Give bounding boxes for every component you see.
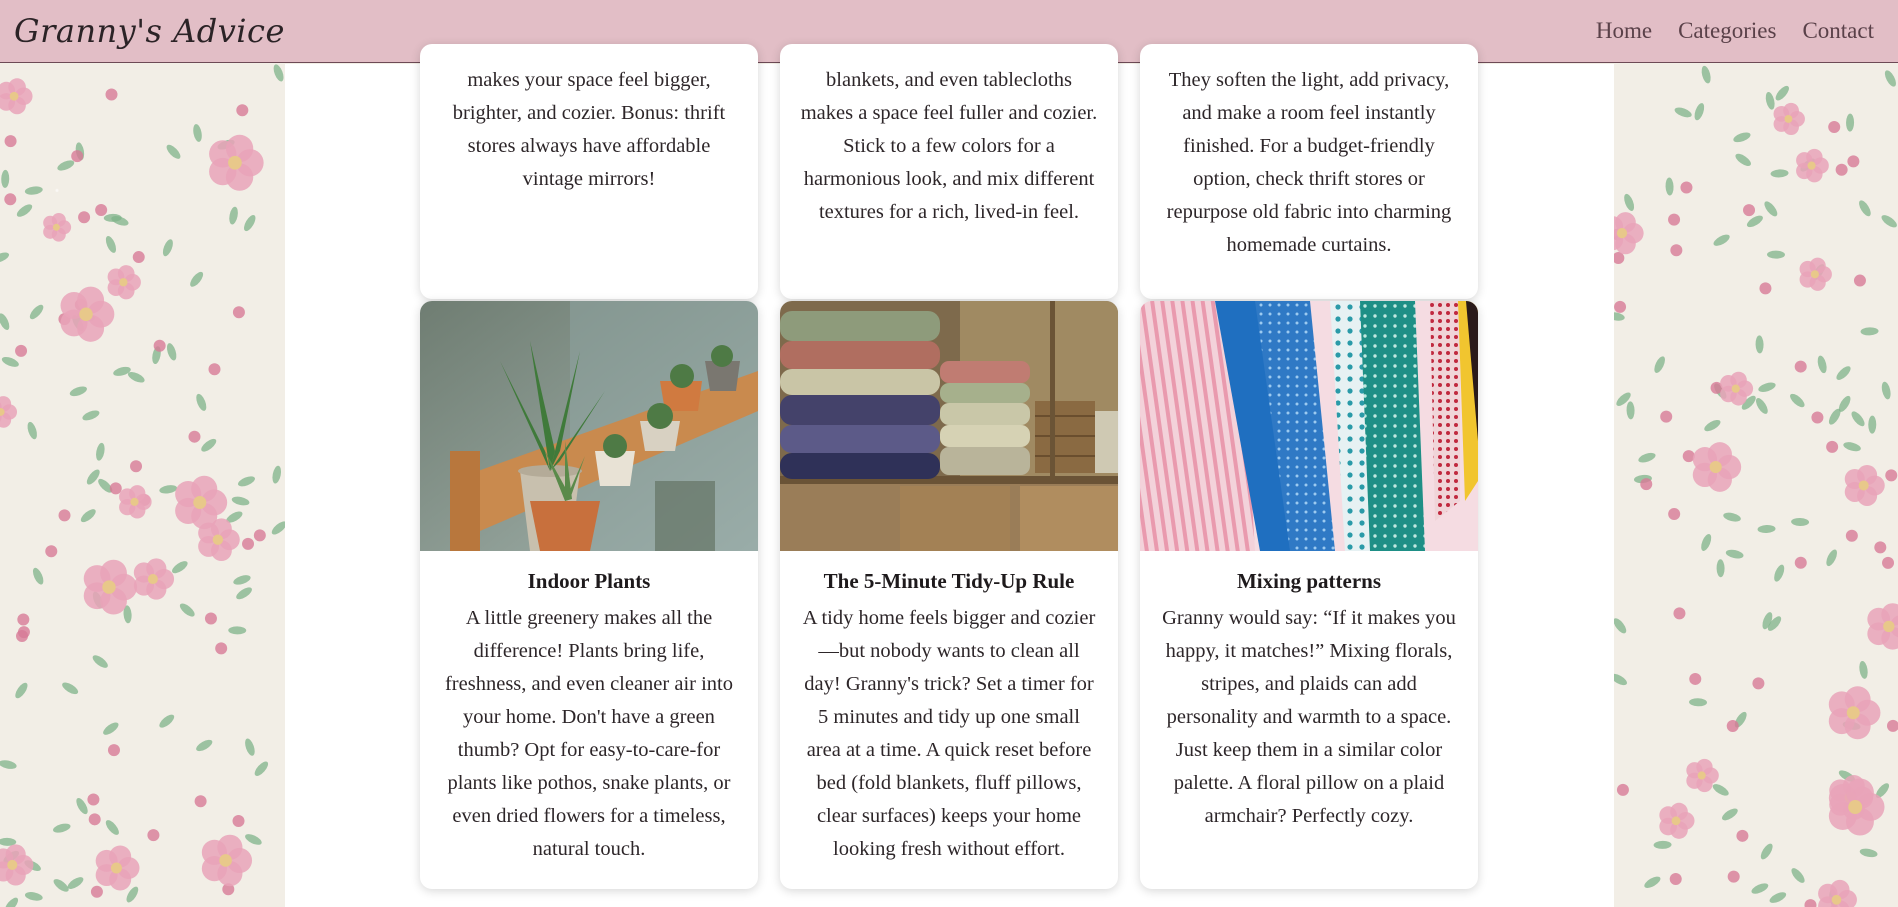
tip-card-text: makes your space feel bigger, brighter, … bbox=[452, 69, 726, 190]
patterned-fabrics-image bbox=[1140, 301, 1478, 551]
tip-card-text: Granny would say: “If it makes you happy… bbox=[1162, 607, 1456, 827]
tip-card-text: blankets, and even tablecloths makes a s… bbox=[800, 69, 1098, 223]
tip-card-indoor-plants[interactable]: Indoor Plants A little greenery makes al… bbox=[420, 301, 758, 889]
tip-card-text: A little greenery makes all the differen… bbox=[444, 607, 733, 860]
tip-card-mixing-patterns[interactable]: Mixing patterns Granny would say: “If it… bbox=[1140, 301, 1478, 889]
floral-pattern-right bbox=[1614, 65, 1898, 907]
nav-categories-link[interactable]: Categories bbox=[1678, 18, 1776, 44]
plants-shelf-image bbox=[420, 301, 758, 551]
tip-card-text: They soften the light, add privacy, and … bbox=[1166, 69, 1452, 256]
floral-pattern-left bbox=[0, 64, 285, 907]
nav-contact-link[interactable]: Contact bbox=[1802, 18, 1874, 44]
tip-card-title: The 5-Minute Tidy-Up Rule bbox=[823, 569, 1075, 593]
folded-towels-image bbox=[780, 301, 1118, 551]
floral-wallpaper-right bbox=[1614, 64, 1898, 907]
nav-home-link[interactable]: Home bbox=[1596, 18, 1652, 44]
tip-card-curtains[interactable]: They soften the light, add privacy, and … bbox=[1140, 44, 1478, 299]
site-logo[interactable]: Granny's Advice bbox=[14, 12, 285, 50]
tip-card-mirrors[interactable]: makes your space feel bigger, brighter, … bbox=[420, 44, 758, 299]
tip-card-title: Mixing patterns bbox=[1236, 569, 1382, 593]
main-content: makes your space feel bigger, brighter, … bbox=[285, 44, 1614, 907]
tip-card-textiles[interactable]: blankets, and even tablecloths makes a s… bbox=[780, 44, 1118, 299]
tip-card-text: A tidy home feels bigger and cozier—but … bbox=[802, 607, 1096, 860]
tip-card-tidy-up[interactable]: The 5-Minute Tidy-Up Rule A tidy home fe… bbox=[780, 301, 1118, 889]
main-nav: Home Categories Contact bbox=[1596, 18, 1874, 44]
floral-wallpaper-left bbox=[0, 64, 285, 907]
tip-card-title: Indoor Plants bbox=[527, 569, 651, 593]
